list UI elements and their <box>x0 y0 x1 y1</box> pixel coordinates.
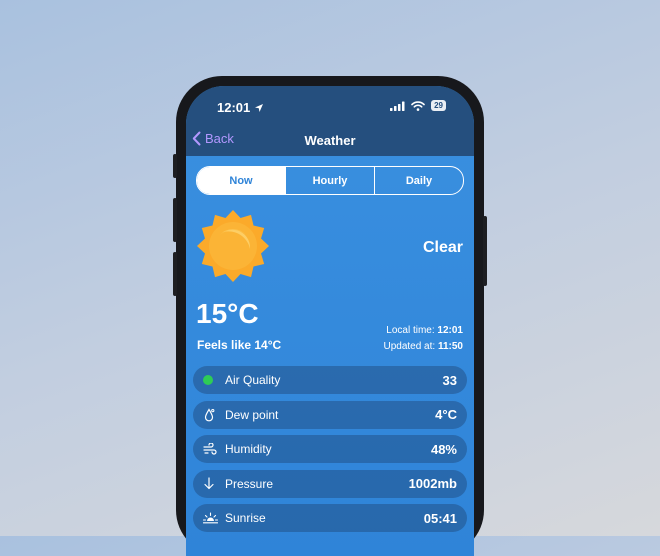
detail-value: 05:41 <box>423 510 457 526</box>
temperature: 15°C <box>196 298 259 329</box>
detail-row-humidity[interactable]: Humidity 48% <box>193 435 467 463</box>
tab-daily[interactable]: Daily <box>374 167 463 194</box>
detail-row-sunrise[interactable]: Sunrise 05:41 <box>193 504 467 532</box>
detail-value: 4°C <box>435 407 457 422</box>
detail-row-pressure[interactable]: Pressure 1002mb <box>193 469 467 498</box>
sun-icon <box>197 210 269 282</box>
weather-condition: Clear <box>422 239 463 256</box>
air-quality-dot-icon <box>203 375 213 385</box>
power-button <box>483 216 487 286</box>
detail-label: Dew point <box>225 407 279 422</box>
time-info: Local time: 12:01 Updated at: 11:50 <box>383 323 463 355</box>
signal-icon <box>390 101 405 111</box>
detail-row-dew-point[interactable]: Dew point 4°C <box>193 400 467 429</box>
local-time-line: Local time: 12:01 <box>386 325 463 336</box>
local-time-value: 12:01 <box>437 325 463 336</box>
updated-time-value: 11:50 <box>437 341 463 352</box>
detail-row-air-quality[interactable]: Air Quality 33 <box>193 366 467 394</box>
humidity-icon <box>203 443 217 455</box>
detail-value: 48% <box>430 441 457 457</box>
wifi-icon <box>411 100 425 111</box>
volume-down-button <box>173 252 177 296</box>
view-tabs: Now Hourly Daily <box>196 166 464 195</box>
volume-up-button <box>173 198 177 242</box>
detail-value: 33 <box>442 372 457 388</box>
arrow-down-icon <box>204 477 214 490</box>
droplet-icon <box>204 407 215 421</box>
tab-hourly[interactable]: Hourly <box>285 167 374 194</box>
detail-label: Air Quality <box>225 373 281 387</box>
battery-indicator: 29 <box>431 100 446 111</box>
detail-label: Humidity <box>225 442 272 456</box>
location-arrow-icon <box>255 103 264 112</box>
detail-label: Pressure <box>225 476 274 491</box>
silent-switch <box>173 154 177 178</box>
feels-like: Feels like 14°C <box>197 338 282 352</box>
page-title: Weather <box>304 133 356 148</box>
tab-now[interactable]: Now <box>197 167 285 194</box>
details-list: Air Quality 33 Dew point 4°C Humidity 48… <box>193 366 467 539</box>
status-icons: 29 <box>390 100 446 111</box>
detail-value: 1002mb <box>408 476 457 491</box>
updated-time-line: Updated at: 11:50 <box>383 341 463 352</box>
phone-screen: 12:01 29 Back Weather Now Hourly Daily C… <box>186 86 474 556</box>
sunrise-icon <box>203 512 218 524</box>
top-bar: 12:01 29 Back Weather <box>186 86 474 156</box>
status-time: 12:01 <box>217 100 264 115</box>
detail-label: Sunrise <box>225 511 266 525</box>
